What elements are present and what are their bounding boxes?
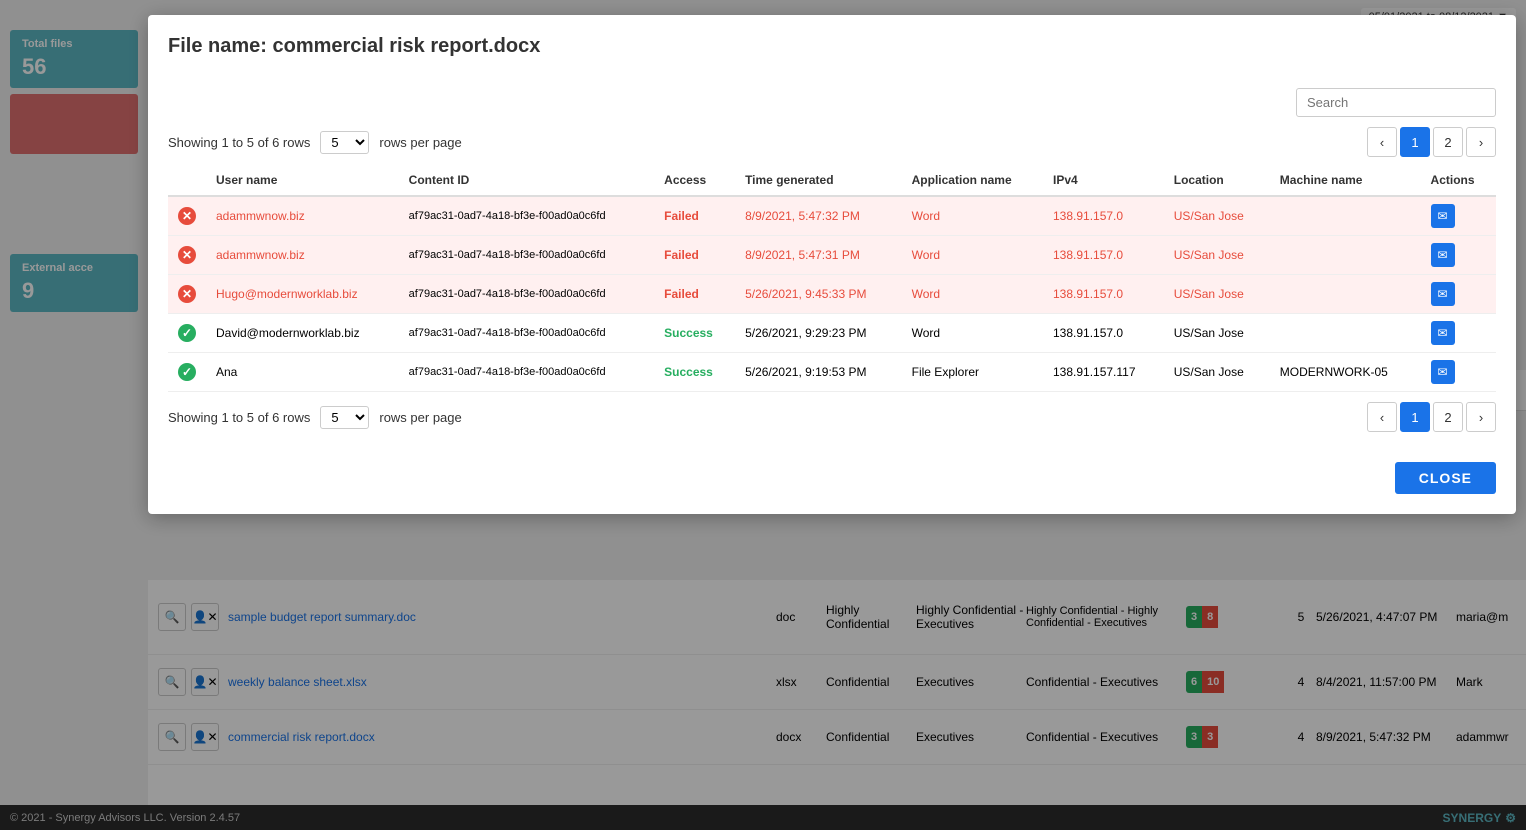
- page-2-btn-bottom[interactable]: 2: [1433, 402, 1463, 432]
- table-row: ✕ Hugo@modernworklab.biz af79ac31-0ad7-4…: [168, 275, 1496, 314]
- next-page-btn-top[interactable]: ›: [1466, 127, 1496, 157]
- col-contentid: Content ID: [399, 165, 655, 196]
- status-cell-4: ✓: [168, 353, 206, 392]
- next-page-btn-bottom[interactable]: ›: [1466, 402, 1496, 432]
- machine-cell-2: [1270, 275, 1421, 314]
- rows-per-page-label-top: rows per page: [379, 135, 461, 150]
- email-action-icon-0[interactable]: ✉: [1431, 204, 1455, 228]
- col-username: User name: [206, 165, 399, 196]
- username-cell-4: Ana: [206, 353, 399, 392]
- col-status: [168, 165, 206, 196]
- status-cell-2: ✕: [168, 275, 206, 314]
- close-button[interactable]: CLOSE: [1395, 462, 1496, 494]
- app-cell-4: File Explorer: [902, 353, 1043, 392]
- page-1-btn-bottom[interactable]: 1: [1400, 402, 1430, 432]
- status-cell-1: ✕: [168, 236, 206, 275]
- rows-per-page-select-bottom[interactable]: 5 10 25: [320, 406, 369, 429]
- col-machine: Machine name: [1270, 165, 1421, 196]
- username-cell-0: adammwnow.biz: [206, 196, 399, 236]
- table-row: ✓ David@modernworklab.biz af79ac31-0ad7-…: [168, 314, 1496, 353]
- page-1-btn-top[interactable]: 1: [1400, 127, 1430, 157]
- email-action-icon-2[interactable]: ✉: [1431, 282, 1455, 306]
- status-icon-4: ✓: [178, 363, 196, 381]
- ip-cell-3: 138.91.157.0: [1043, 314, 1164, 353]
- table-row: ✕ adammwnow.biz af79ac31-0ad7-4a18-bf3e-…: [168, 236, 1496, 275]
- modal-search-input[interactable]: [1296, 88, 1496, 117]
- status-cell-0: ✕: [168, 196, 206, 236]
- ip-cell-2: 138.91.157.0: [1043, 275, 1164, 314]
- actions-cell-0[interactable]: ✉: [1421, 196, 1496, 236]
- access-cell-0: Failed: [654, 196, 735, 236]
- ip-cell-0: 138.91.157.0: [1043, 196, 1164, 236]
- location-cell-4: US/San Jose: [1164, 353, 1270, 392]
- col-location: Location: [1164, 165, 1270, 196]
- prev-page-btn-top[interactable]: ‹: [1367, 127, 1397, 157]
- contentid-cell-1: af79ac31-0ad7-4a18-bf3e-f00ad0a0c6fd: [399, 236, 655, 275]
- showing-text-bottom: Showing 1 to 5 of 6 rows: [168, 410, 310, 425]
- location-cell-0: US/San Jose: [1164, 196, 1270, 236]
- location-cell-3: US/San Jose: [1164, 314, 1270, 353]
- rows-per-page-label-bottom: rows per page: [379, 410, 461, 425]
- col-time: Time generated: [735, 165, 902, 196]
- rows-per-page-select-top[interactable]: 5 10 25: [320, 131, 369, 154]
- status-icon-0: ✕: [178, 207, 196, 225]
- status-cell-3: ✓: [168, 314, 206, 353]
- location-cell-2: US/San Jose: [1164, 275, 1270, 314]
- modal-table: User name Content ID Access Time generat…: [168, 165, 1496, 392]
- modal-title: File name: commercial risk report.docx: [168, 35, 1496, 68]
- time-cell-0: 8/9/2021, 5:47:32 PM: [735, 196, 902, 236]
- time-cell-2: 5/26/2021, 9:45:33 PM: [735, 275, 902, 314]
- time-cell-3: 5/26/2021, 9:29:23 PM: [735, 314, 902, 353]
- username-cell-2: Hugo@modernworklab.biz: [206, 275, 399, 314]
- showing-text-top: Showing 1 to 5 of 6 rows: [168, 135, 310, 150]
- status-icon-1: ✕: [178, 246, 196, 264]
- app-cell-1: Word: [902, 236, 1043, 275]
- status-icon-3: ✓: [178, 324, 196, 342]
- app-cell-0: Word: [902, 196, 1043, 236]
- actions-cell-3[interactable]: ✉: [1421, 314, 1496, 353]
- actions-cell-2[interactable]: ✉: [1421, 275, 1496, 314]
- ip-cell-1: 138.91.157.0: [1043, 236, 1164, 275]
- email-action-icon-4[interactable]: ✉: [1431, 360, 1455, 384]
- contentid-cell-0: af79ac31-0ad7-4a18-bf3e-f00ad0a0c6fd: [399, 196, 655, 236]
- access-cell-2: Failed: [654, 275, 735, 314]
- status-icon-2: ✕: [178, 285, 196, 303]
- col-ipv4: IPv4: [1043, 165, 1164, 196]
- machine-cell-0: [1270, 196, 1421, 236]
- username-cell-1: adammwnow.biz: [206, 236, 399, 275]
- time-cell-4: 5/26/2021, 9:19:53 PM: [735, 353, 902, 392]
- machine-cell-3: [1270, 314, 1421, 353]
- access-cell-1: Failed: [654, 236, 735, 275]
- table-row: ✕ adammwnow.biz af79ac31-0ad7-4a18-bf3e-…: [168, 196, 1496, 236]
- col-actions: Actions: [1421, 165, 1496, 196]
- machine-cell-1: [1270, 236, 1421, 275]
- prev-page-btn-bottom[interactable]: ‹: [1367, 402, 1397, 432]
- col-app: Application name: [902, 165, 1043, 196]
- actions-cell-4[interactable]: ✉: [1421, 353, 1496, 392]
- access-cell-4: Success: [654, 353, 735, 392]
- email-action-icon-3[interactable]: ✉: [1431, 321, 1455, 345]
- contentid-cell-3: af79ac31-0ad7-4a18-bf3e-f00ad0a0c6fd: [399, 314, 655, 353]
- email-action-icon-1[interactable]: ✉: [1431, 243, 1455, 267]
- location-cell-1: US/San Jose: [1164, 236, 1270, 275]
- app-cell-2: Word: [902, 275, 1043, 314]
- username-cell-3: David@modernworklab.biz: [206, 314, 399, 353]
- page-2-btn-top[interactable]: 2: [1433, 127, 1463, 157]
- app-cell-3: Word: [902, 314, 1043, 353]
- time-cell-1: 8/9/2021, 5:47:31 PM: [735, 236, 902, 275]
- actions-cell-1[interactable]: ✉: [1421, 236, 1496, 275]
- contentid-cell-4: af79ac31-0ad7-4a18-bf3e-f00ad0a0c6fd: [399, 353, 655, 392]
- col-access: Access: [654, 165, 735, 196]
- ip-cell-4: 138.91.157.117: [1043, 353, 1164, 392]
- machine-cell-4: MODERNWORK-05: [1270, 353, 1421, 392]
- access-cell-3: Success: [654, 314, 735, 353]
- table-row: ✓ Ana af79ac31-0ad7-4a18-bf3e-f00ad0a0c6…: [168, 353, 1496, 392]
- modal-dialog: File name: commercial risk report.docx S…: [148, 15, 1516, 514]
- contentid-cell-2: af79ac31-0ad7-4a18-bf3e-f00ad0a0c6fd: [399, 275, 655, 314]
